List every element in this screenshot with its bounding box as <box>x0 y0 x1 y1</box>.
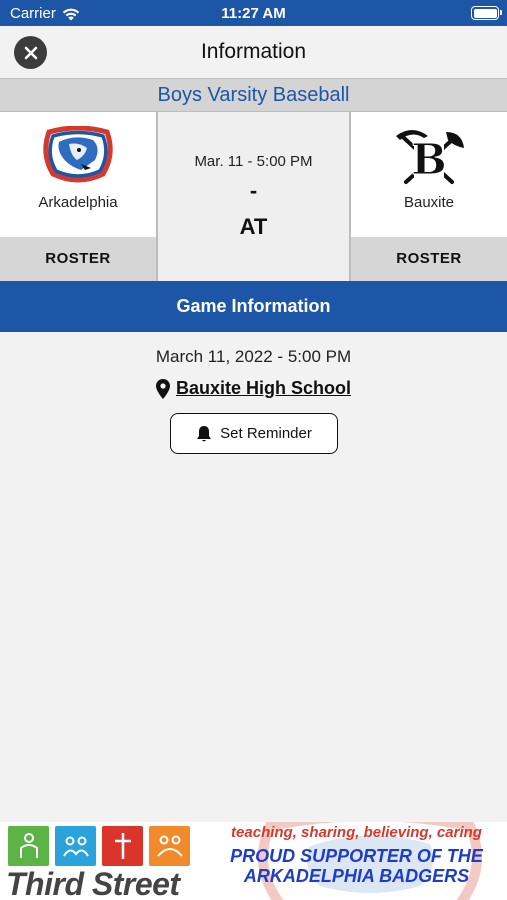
sponsor-tile-sharing <box>55 826 96 866</box>
pickaxe-b-logo-icon: B <box>396 130 464 185</box>
away-team-name: Bauxite <box>403 194 455 211</box>
home-team: Arkadelphia ROSTER <box>0 112 156 281</box>
home-team-logo <box>0 126 156 188</box>
sponsor-tagline: teaching, sharing, believing, caring <box>231 824 482 841</box>
game-info-header: Game Information <box>0 281 507 332</box>
away-roster-button[interactable]: ROSTER <box>351 237 507 281</box>
svg-text:B: B <box>411 135 447 184</box>
sponsor-tile-caring <box>149 826 190 866</box>
matchup-date: Mar. 11 - 5:00 PM <box>194 153 313 170</box>
away-team: B Bauxite ROSTER <box>351 112 507 281</box>
sponsor-support-line2: ARKADELPHIA BADGERS <box>243 866 470 886</box>
matchup-details: Mar. 11 - 5:00 PM - AT <box>156 112 351 281</box>
game-location[interactable]: Bauxite High School <box>0 378 507 399</box>
clock: 11:27 AM <box>221 5 286 22</box>
battery-icon <box>471 6 502 20</box>
home-team-name: Arkadelphia <box>38 194 118 211</box>
sponsor-tile-teaching <box>8 826 49 866</box>
home-roster-button[interactable]: ROSTER <box>0 237 156 281</box>
map-pin-icon <box>155 378 170 399</box>
badger-logo-icon <box>43 126 113 183</box>
cross-icon <box>114 833 131 859</box>
sponsor-brand: Third Street <box>6 866 180 900</box>
away-team-logo: B <box>351 126 507 188</box>
sponsor-support-line1: PROUD SUPPORTER OF THE <box>230 846 483 866</box>
game-date: March 11, 2022 - 5:00 PM <box>155 347 352 366</box>
set-reminder-button[interactable]: Set Reminder <box>170 413 338 454</box>
sponsor-ad-banner[interactable]: Third Street teaching, sharing, believin… <box>0 822 507 900</box>
sponsor-support-text: PROUD SUPPORTER OF THE ARKADELPHIA BADGE… <box>214 846 499 886</box>
nav-bar: Information <box>0 26 507 78</box>
status-bar: Carrier 11:27 AM <box>0 0 507 26</box>
set-reminder-label: Set Reminder <box>220 425 312 442</box>
matchup-versus: AT <box>239 214 268 239</box>
family-icon <box>156 835 183 857</box>
group-icon <box>62 836 89 857</box>
sponsor-tile-believing <box>102 826 143 866</box>
page-title: Information <box>200 40 307 63</box>
sport-banner: Boys Varsity Baseball <box>0 78 507 112</box>
bell-icon <box>197 425 212 441</box>
matchup-score: - <box>249 178 258 203</box>
person-icon <box>19 833 38 858</box>
matchup-panel: Arkadelphia ROSTER Mar. 11 - 5:00 PM - A… <box>0 112 507 281</box>
sponsor-tiles <box>8 826 190 866</box>
location-link[interactable]: Bauxite High School <box>176 378 351 399</box>
